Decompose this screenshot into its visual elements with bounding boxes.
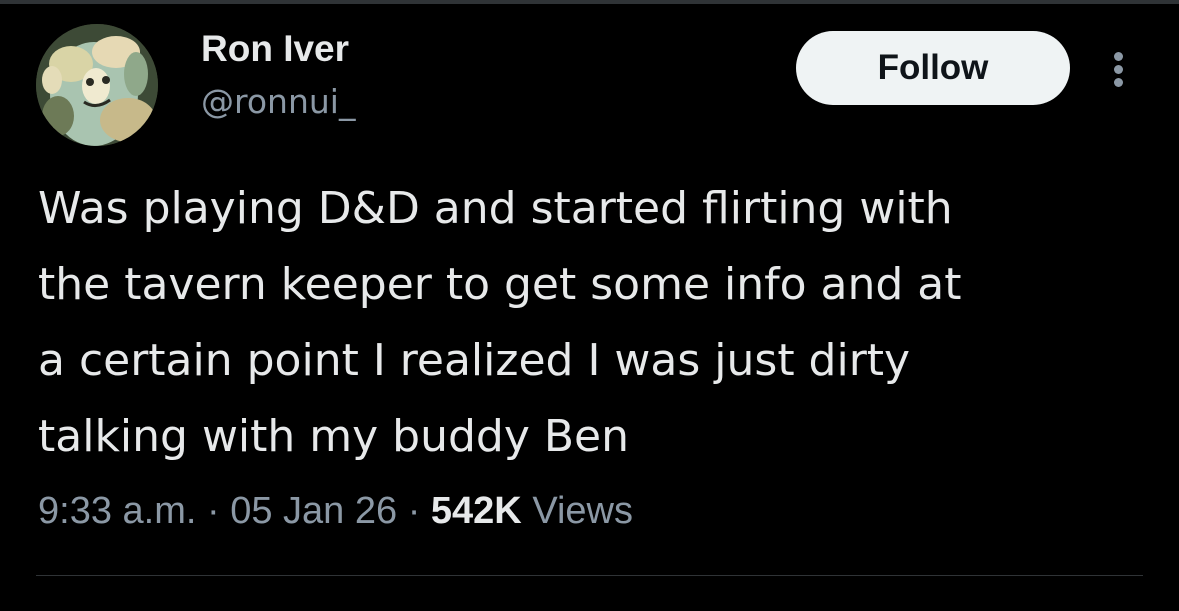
tweet-time[interactable]: 9:33 a.m. [38, 490, 196, 532]
more-vertical-icon[interactable] [1104, 44, 1134, 94]
author-display-name[interactable]: Ron Iver [201, 26, 349, 72]
tweet-card: Ron Iver @ronnui_ Follow Was playing D&D… [0, 0, 1179, 611]
views-count[interactable]: 542K [431, 490, 522, 532]
tweet-date[interactable]: 05 Jan 26 [230, 490, 397, 532]
tweet-text-line: a certain point I realized I was just di… [38, 335, 911, 386]
bottom-divider [36, 575, 1143, 576]
meta-separator: · [407, 490, 421, 532]
tweet-text-line: the tavern keeper to get some info and a… [38, 259, 962, 310]
views-label: Views [532, 490, 633, 532]
tweet-text: Was playing D&D and started flirting wit… [38, 171, 1148, 475]
tweet-text-line: talking with my buddy Ben [38, 411, 630, 462]
more-dot [1114, 78, 1123, 87]
author-handle[interactable]: @ronnui_ [201, 80, 355, 124]
avatar[interactable] [36, 24, 158, 146]
tweet-text-line: Was playing D&D and started flirting wit… [38, 183, 953, 234]
tweet-meta: 9:33 a.m. · 05 Jan 26 · 542K Views [38, 486, 633, 536]
avatar-image [36, 24, 158, 146]
more-dot [1114, 52, 1123, 61]
meta-separator: · [206, 490, 220, 532]
follow-button[interactable]: Follow [796, 31, 1070, 105]
more-dot [1114, 65, 1123, 74]
